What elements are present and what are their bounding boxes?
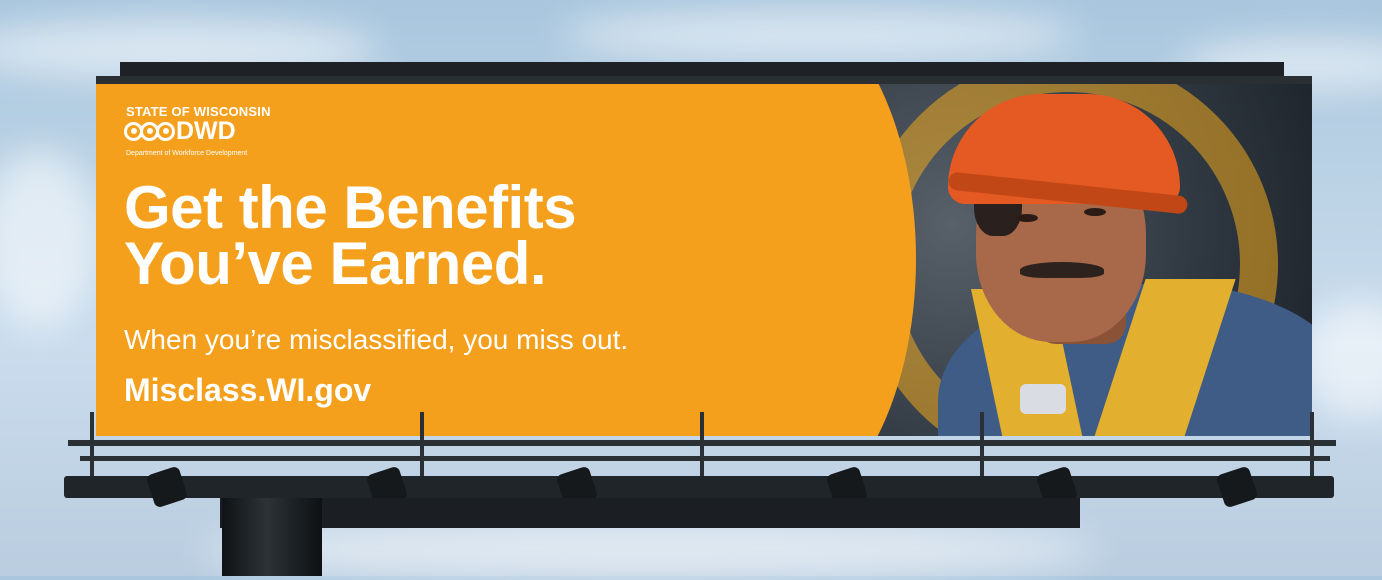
text-layer: STATE OF WISCONSIN DWD Department of Wor… — [96, 84, 1312, 436]
subheadline: When you’re misclassified, you miss out. — [124, 324, 629, 355]
rail-post — [420, 412, 424, 476]
billboard-panel: STATE OF WISCONSIN DWD Department of Wor… — [96, 84, 1312, 436]
website-url: Misclass.WI.gov — [124, 372, 372, 408]
support-pole — [222, 498, 322, 576]
logo-department: Department of Workforce Development — [126, 150, 248, 157]
dwd-logo-icon — [156, 121, 175, 141]
rail-post — [90, 412, 94, 476]
catwalk-rail-lower — [80, 456, 1330, 461]
support-beam — [220, 498, 1080, 528]
dwd-logo: DWD — [124, 117, 236, 145]
spotlight — [145, 465, 189, 509]
sky-cloud — [1300, 300, 1382, 420]
headline: Get the Benefits You’ve Earned. — [124, 178, 577, 294]
rail-post — [1310, 412, 1314, 476]
rail-post — [980, 412, 984, 476]
sky-cloud — [560, 10, 1080, 60]
rail-post — [700, 412, 704, 476]
sky-cloud — [200, 520, 1100, 580]
spotlight — [1215, 465, 1259, 509]
sky-cloud — [0, 150, 100, 330]
catwalk-floor — [64, 476, 1334, 498]
logo-agency-abbr: DWD — [176, 117, 236, 145]
headline-line-2: You’ve Earned. — [124, 230, 547, 297]
